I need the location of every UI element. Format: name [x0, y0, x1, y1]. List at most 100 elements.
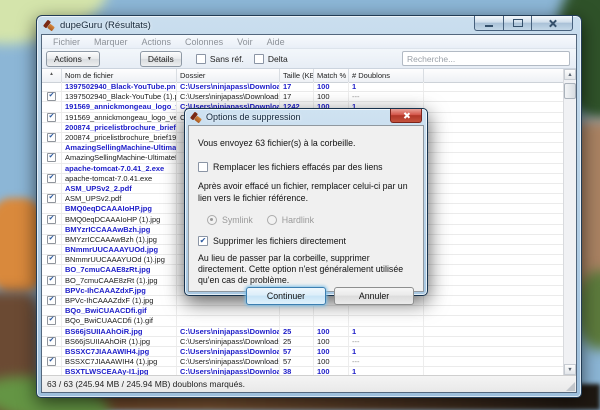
row-checkbox[interactable]: ✔ — [47, 112, 56, 122]
row-filler-cell — [424, 153, 576, 163]
table-row[interactable]: BQo_BwiCUAACDfi.gif — [42, 306, 576, 317]
replace-links-checkbox[interactable] — [198, 162, 208, 173]
row-name-cell: BS66jSUIIAAhOiR.jpg — [62, 326, 177, 336]
menu-fichier[interactable]: Fichier — [46, 37, 87, 47]
actions-dropdown-button[interactable]: Actions ▼ — [46, 50, 100, 67]
deletion-options-dialog: Options de suppression Vous envoyez 63 f… — [184, 108, 428, 305]
actions-dropdown-label: Actions — [54, 53, 82, 64]
row-checkbox[interactable]: ✔ — [47, 275, 56, 285]
menu-colonnes[interactable]: Colonnes — [178, 37, 230, 47]
row-checkbox[interactable]: ✔ — [47, 92, 56, 102]
row-filler-cell — [424, 194, 576, 204]
scroll-up-icon[interactable]: ▲ — [564, 69, 576, 80]
row-size-cell: 17 — [280, 82, 314, 92]
continue-button[interactable]: Continuer — [246, 286, 326, 305]
row-mark-cell — [42, 367, 62, 375]
row-checkbox[interactable]: ✔ — [47, 133, 56, 143]
sans-ref-checkbox[interactable] — [195, 53, 206, 64]
dialog-close-icon — [403, 112, 410, 119]
row-name-cell: BSXTLWSCEAAy-I1.jpg — [62, 367, 177, 375]
table-row[interactable]: 1397502940_Black-YouTube.png C:\Users\ni… — [42, 82, 576, 93]
row-checkbox[interactable]: ✔ — [47, 234, 56, 244]
minimize-button[interactable] — [474, 16, 503, 31]
row-checkbox[interactable]: ✔ — [47, 214, 56, 224]
hardlink-radio[interactable] — [266, 214, 277, 225]
replace-links-description: Après avoir effacé un fichier, remplacer… — [198, 181, 408, 203]
column-header-name[interactable]: Nom de fichier — [62, 69, 177, 82]
row-checkbox[interactable]: ✔ — [47, 296, 56, 306]
direct-delete-checkbox[interactable]: ✔ — [198, 235, 208, 246]
column-header-doublons[interactable]: # Doublons — [349, 69, 424, 82]
table-row[interactable]: ✔ BQo_BwiCUAACDfi (1).gif — [42, 316, 576, 327]
column-header-mark[interactable]: ▴ — [42, 69, 62, 82]
row-checkbox[interactable]: ✔ — [47, 316, 56, 326]
row-filler-cell — [424, 132, 576, 143]
row-match-cell: 100 — [314, 357, 349, 367]
symlink-radio[interactable] — [207, 214, 217, 225]
row-name-cell: AmazingSellingMachine-UltimatePr... — [62, 153, 177, 163]
menu-aide[interactable]: Aide — [260, 37, 292, 47]
table-row[interactable]: BS66jSUIIAAhOiR.jpg C:\Users\ninjapass\D… — [42, 326, 576, 337]
row-match-cell: 100 — [314, 326, 349, 336]
row-size-cell: 25 — [280, 326, 314, 336]
row-dossier-cell: C:\Users\ninjapass\Downloads — [177, 357, 280, 367]
column-header-dossier[interactable]: Dossier — [177, 69, 280, 82]
table-row[interactable]: BSXTLWSCEAAy-I1.jpg C:\Users\ninjapass\D… — [42, 367, 576, 375]
row-dossier-cell: C:\Users\ninjapass\Downloads — [177, 92, 280, 102]
row-mark-cell: ✔ — [42, 275, 62, 285]
row-filler-cell — [424, 183, 576, 194]
delta-checkbox[interactable] — [253, 53, 264, 64]
table-row[interactable]: BSSXC7JIAAAWIH4.jpg C:\Users\ninjapass\D… — [42, 346, 576, 358]
row-name-cell: 1397502940_Black-YouTube (1).png — [62, 92, 177, 102]
row-checkbox[interactable]: ✔ — [47, 336, 56, 346]
vertical-scrollbar[interactable]: ▲ ▼ — [563, 69, 576, 375]
close-button[interactable] — [531, 16, 573, 31]
menu-voir[interactable]: Voir — [230, 37, 260, 47]
search-input[interactable] — [402, 51, 570, 66]
menu-bar: Fichier Marquer Actions Colonnes Voir Ai… — [42, 35, 576, 49]
menu-actions[interactable]: Actions — [135, 37, 179, 47]
table-row[interactable]: ✔ BS66jSUIIAAhOiR (1).jpg C:\Users\ninja… — [42, 336, 576, 347]
details-button[interactable]: Détails — [139, 50, 182, 67]
row-checkbox[interactable]: ✔ — [47, 194, 56, 204]
row-checkbox[interactable]: ✔ — [47, 357, 56, 367]
column-header-taille[interactable]: Taille (KB) — [280, 69, 314, 82]
row-checkbox[interactable]: ✔ — [47, 255, 56, 265]
row-doublons-cell: --- — [349, 336, 424, 346]
row-filler-cell — [424, 214, 576, 224]
results-table-header: ▴ Nom de fichier Dossier Taille (KB) Mat… — [42, 69, 576, 83]
link-type-radio-group: Symlink Hardlink — [207, 214, 414, 225]
row-name-cell: AmazingSellingMachine-UltimateP... — [62, 143, 177, 153]
row-name-cell: ASM_UPSv2_2.pdf — [62, 183, 177, 194]
table-row[interactable]: ✔ BSSXC7JIAAAWIH4 (1).jpg C:\Users\ninja… — [42, 357, 576, 368]
row-checkbox[interactable]: ✔ — [47, 173, 56, 183]
row-filler-cell — [424, 295, 576, 306]
row-name-cell: BPVc-IhCAAAZdxF.jpg — [62, 285, 177, 295]
column-header-match[interactable]: Match % — [314, 69, 349, 82]
row-filler-cell — [424, 306, 576, 316]
table-row[interactable]: ✔ 1397502940_Black-YouTube (1).png C:\Us… — [42, 92, 576, 103]
scroll-down-icon[interactable]: ▼ — [564, 364, 576, 375]
window-title: dupeGuru (Résultats) — [60, 19, 151, 31]
row-mark-cell — [42, 224, 62, 234]
row-mark-cell — [42, 163, 62, 173]
row-name-cell: apache-tomcat-7.0.41.exe — [62, 173, 177, 183]
dialog-body: Vous envoyez 63 fichier(s) à la corbeill… — [188, 125, 424, 305]
cancel-button[interactable]: Annuler — [334, 286, 414, 305]
maximize-icon — [512, 19, 523, 27]
resize-grip[interactable] — [566, 382, 575, 391]
toolbar: Actions ▼ Détails Sans réf. Delta — [42, 49, 576, 69]
maximize-button[interactable] — [503, 16, 531, 31]
row-filler-cell — [424, 143, 576, 153]
row-doublons-cell: --- — [349, 357, 424, 367]
dialog-close-button[interactable] — [390, 109, 422, 123]
row-filler-cell — [424, 112, 576, 122]
row-name-cell: BSSXC7JIAAAWIH4 (1).jpg — [62, 357, 177, 367]
menu-marquer[interactable]: Marquer — [87, 37, 135, 47]
row-mark-cell — [42, 265, 62, 275]
row-mark-cell: ✔ — [42, 357, 62, 367]
row-mark-cell: ✔ — [42, 153, 62, 163]
scrollbar-thumb[interactable] — [564, 83, 576, 99]
row-doublons-cell: 1 — [349, 82, 424, 92]
row-checkbox[interactable]: ✔ — [47, 153, 56, 163]
